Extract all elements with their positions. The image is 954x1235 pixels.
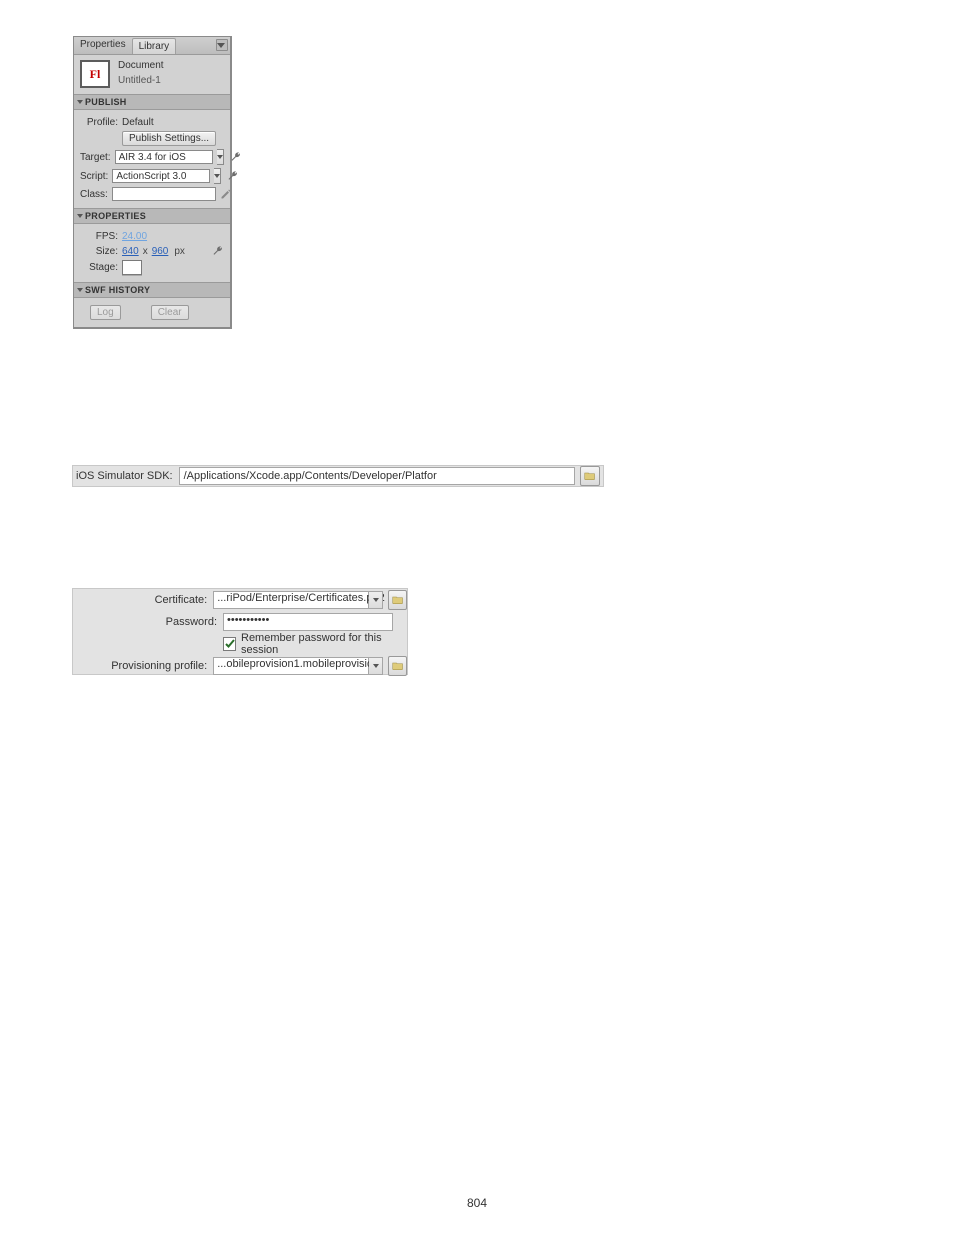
properties-panel: Properties Library Fl Document Untitled-… bbox=[73, 36, 232, 329]
class-input[interactable] bbox=[112, 187, 216, 201]
browse-folder-icon[interactable] bbox=[580, 466, 600, 486]
certificate-row: Certificate: ...riPod/Enterprise/Certifi… bbox=[73, 589, 407, 611]
document-name: Untitled-1 bbox=[118, 75, 164, 86]
target-dropdown-icon[interactable] bbox=[217, 149, 224, 165]
swf-history-body: Log Clear bbox=[74, 298, 230, 327]
tab-properties[interactable]: Properties bbox=[74, 37, 132, 54]
certificate-select[interactable]: ...riPod/Enterprise/Certificates.p12 bbox=[213, 591, 369, 609]
script-label: Script: bbox=[80, 171, 108, 182]
clear-button[interactable]: Clear bbox=[151, 305, 189, 320]
pencil-icon[interactable] bbox=[220, 188, 232, 200]
remember-password-checkbox[interactable] bbox=[223, 637, 236, 651]
properties-body: FPS: 24.00 Size: 640 x 960 px Stage: bbox=[74, 224, 230, 282]
password-row: Password: ••••••••••• bbox=[73, 611, 407, 633]
browse-folder-icon[interactable] bbox=[388, 656, 407, 676]
provisioning-dropdown-icon[interactable] bbox=[369, 657, 383, 675]
size-height[interactable]: 960 bbox=[152, 246, 169, 257]
size-unit: px bbox=[174, 246, 185, 257]
section-publish[interactable]: PUBLISH bbox=[74, 94, 230, 110]
size-x: x bbox=[143, 246, 148, 257]
stage-color-swatch[interactable] bbox=[122, 260, 142, 275]
panel-options-icon[interactable] bbox=[216, 39, 228, 51]
fps-label: FPS: bbox=[80, 231, 118, 242]
document-type-label: Document bbox=[118, 60, 164, 71]
provisioning-row: Provisioning profile: ...obileprovision1… bbox=[73, 655, 407, 677]
panel-tabs: Properties Library bbox=[74, 37, 230, 55]
certificate-dropdown-icon[interactable] bbox=[369, 591, 383, 609]
class-label: Class: bbox=[80, 189, 108, 200]
disclosure-icon bbox=[77, 100, 83, 104]
certificate-label: Certificate: bbox=[73, 594, 213, 606]
size-label: Size: bbox=[80, 246, 118, 257]
panel-menu-icons bbox=[216, 39, 228, 51]
stage-label: Stage: bbox=[80, 262, 118, 273]
script-dropdown-icon[interactable] bbox=[214, 168, 221, 184]
section-properties-label: PROPERTIES bbox=[85, 211, 146, 221]
fps-value[interactable]: 24.00 bbox=[122, 231, 147, 242]
disclosure-icon bbox=[77, 288, 83, 292]
section-publish-label: PUBLISH bbox=[85, 97, 127, 107]
page-number: 804 bbox=[0, 1196, 954, 1210]
flash-document-icon: Fl bbox=[80, 60, 110, 88]
publish-body: Profile: Default Publish Settings... Tar… bbox=[74, 110, 230, 208]
target-label: Target: bbox=[80, 152, 111, 163]
provisioning-select[interactable]: ...obileprovision1.mobileprovision bbox=[213, 657, 369, 675]
profile-label: Profile: bbox=[80, 117, 118, 128]
script-select[interactable] bbox=[112, 169, 210, 183]
password-label: Password: bbox=[73, 616, 223, 628]
section-swf-history[interactable]: SWF HISTORY bbox=[74, 282, 230, 298]
log-button[interactable]: Log bbox=[90, 305, 121, 320]
provisioning-label: Provisioning profile: bbox=[73, 660, 213, 672]
section-swf-history-label: SWF HISTORY bbox=[85, 285, 150, 295]
remember-password-label: Remember password for this session bbox=[241, 632, 407, 656]
document-header: Fl Document Untitled-1 bbox=[74, 55, 230, 94]
disclosure-icon bbox=[77, 214, 83, 218]
ios-simulator-sdk-label: iOS Simulator SDK: bbox=[76, 470, 173, 482]
profile-value: Default bbox=[122, 117, 154, 128]
remember-row: Remember password for this session bbox=[73, 633, 407, 655]
target-select[interactable] bbox=[115, 150, 213, 164]
section-properties[interactable]: PROPERTIES bbox=[74, 208, 230, 224]
ios-simulator-sdk-row: iOS Simulator SDK: /Applications/Xcode.a… bbox=[72, 465, 604, 487]
publish-settings-button[interactable]: Publish Settings... bbox=[122, 131, 216, 146]
password-input[interactable]: ••••••••••• bbox=[223, 613, 393, 631]
browse-folder-icon[interactable] bbox=[388, 590, 407, 610]
ios-simulator-sdk-input[interactable]: /Applications/Xcode.app/Contents/Develop… bbox=[179, 467, 575, 485]
wrench-icon[interactable] bbox=[227, 170, 239, 182]
tab-library[interactable]: Library bbox=[132, 38, 177, 54]
wrench-icon[interactable] bbox=[212, 245, 224, 257]
wrench-icon[interactable] bbox=[230, 151, 242, 163]
deployment-block: Certificate: ...riPod/Enterprise/Certifi… bbox=[72, 588, 408, 675]
size-width[interactable]: 640 bbox=[122, 246, 139, 257]
